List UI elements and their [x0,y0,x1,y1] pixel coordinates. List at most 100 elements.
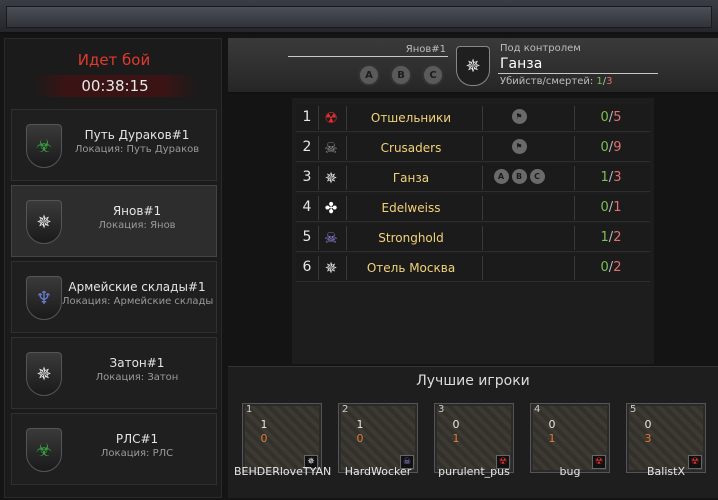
battle-status: Идет бой [77,51,151,69]
clan-row[interactable]: 5 ☠ Stronghold 1/2 [296,224,650,252]
clan-captured-points: ABC [484,169,554,187]
player-card[interactable]: 4 0 1 ☢ [530,403,610,473]
battle-sidebar: Идет бой 00:38:15 ☣ Путь Дураков#1 Локация… [4,38,222,498]
clan-kills: 0 [600,260,609,275]
clan-rank: 5 [302,229,312,245]
column-divider [574,136,575,160]
location-card[interactable]: ☣ РЛС#1 Локация: РЛС [11,413,217,485]
clan-row[interactable]: 4 ✤ Edelweiss 0/1 [296,194,650,222]
clan-deaths: 3 [613,170,622,185]
clan-rank: 6 [302,259,312,275]
radiation-icon: ☢ [324,109,338,127]
compass-star-icon: ✵ [324,259,338,277]
flag-icon: ⚑ [511,109,527,124]
clan-captured-points [484,259,554,277]
player-deaths: 0 [260,432,268,445]
clan-row[interactable]: 1 ☢ Отшельники ⚑ 0/5 [296,104,650,132]
column-divider [574,166,575,190]
clan-score: 0/5 [576,110,646,125]
location-card[interactable]: ✵ Янов#1 Локация: Янов [11,185,217,257]
best-players-panel: Лучшие игроки 1 1 0 ✵ BEHDERloveTYAN 2 1 0 ☠ Hard… [228,366,718,498]
clover-icon: ✤ [324,199,338,217]
column-divider [482,226,483,250]
player-card[interactable]: 5 0 3 ☢ [626,403,706,473]
location-card-subtitle: Локация: РЛС [100,448,174,459]
clan-kills: 0 [600,140,609,155]
location-name: Янов#1 [405,44,446,55]
player-kills: 0 [452,418,460,431]
capture-point-a-icon: A [493,169,509,184]
player-name: purulent_pus [438,465,510,478]
battle-timer: 00:38:15 [33,75,197,97]
player-rank: 3 [438,404,445,415]
tentacle-emblem-icon: ☣ [26,124,62,168]
player-card[interactable]: 3 0 1 ☢ [434,403,514,473]
player-card[interactable]: 2 1 0 ☠ [338,403,418,473]
clan-rank: 1 [302,109,312,125]
clan-name: Ганза [392,171,430,185]
location-card-subtitle: Локация: Путь Дураков [74,144,200,155]
column-divider [318,136,319,160]
clan-rank: 2 [302,139,312,155]
location-card-name: Путь Дураков#1 [84,128,190,142]
clan-row[interactable]: 6 ✵ Отель Москва 0/2 [296,254,650,282]
skull-icon: ☠ [324,139,338,157]
clan-deaths: 2 [613,260,622,275]
location-card[interactable]: ✵ Затон#1 Локация: Затон [11,337,217,409]
player-name: HardWocker [344,465,412,478]
compass-star-emblem-icon: ✵ [26,352,62,396]
player-deaths: 1 [452,432,460,445]
column-divider [318,196,319,220]
compass-star-icon: ✵ [324,169,338,187]
column-divider [482,106,483,130]
clan-score: 0/1 [576,200,646,215]
player-kills: 0 [548,418,556,431]
clan-name: Отель Москва [366,261,456,275]
clan-score: 0/9 [576,140,646,155]
wings-emblem-icon: ♆ [26,276,62,320]
location-card-subtitle: Локация: Армейские склады [62,296,214,307]
player-rank: 2 [342,404,349,415]
capture-point-a-icon: A [358,64,380,86]
location-card-subtitle: Локация: Янов [98,220,176,231]
location-header: Янов#1 A B C ✵ Под контролем Ганза Убийс… [228,38,718,94]
clan-captured-points [484,229,554,247]
player-kills: 1 [356,418,364,431]
control-label: Под контролем [500,43,581,54]
player-name: BEHDERloveTYAN [234,465,332,478]
clan-score: 0/2 [576,260,646,275]
clan-name: Отшельники [370,111,452,125]
location-card-name: Затон#1 [109,356,165,370]
clan-name: Stronghold [378,231,444,245]
tentacle-emblem-icon: ☣ [26,428,62,472]
compass-star-emblem-icon: ✵ [456,46,490,86]
top-bar-panel [6,6,712,28]
column-divider [482,136,483,160]
player-rank: 1 [246,404,253,415]
location-card-name: РЛС#1 [115,432,159,446]
column-divider [574,196,575,220]
location-card[interactable]: ♆ Армейские склады#1 Локация: Армейские ск… [11,261,217,333]
clan-deaths: 2 [613,230,622,245]
column-divider [318,256,319,280]
location-card[interactable]: ☣ Путь Дураков#1 Локация: Путь Дураков [11,109,217,181]
clan-row[interactable]: 3 ✵ Ганза A B C 1/3 [296,164,650,192]
clan-name: Edelweiss [381,201,441,215]
kd-deaths: 3 [606,76,613,87]
player-card[interactable]: 1 1 0 ✵ [242,403,322,473]
clan-captured-points [484,199,554,217]
top-bar [0,0,718,34]
kill-death-stat: Убийств/смертей: 1/3 [500,76,613,87]
player-deaths: 3 [644,432,652,445]
capture-point-c-icon: C [422,64,444,86]
column-divider [482,256,483,280]
clan-kills: 0 [600,200,609,215]
player-deaths: 1 [548,432,556,445]
clan-rank: 4 [302,199,312,215]
column-divider [482,196,483,220]
clan-row[interactable]: 2 ☠ Crusaders ⚑ 0/9 [296,134,650,162]
player-kills: 0 [644,418,652,431]
column-divider [574,256,575,280]
clan-kills: 1 [600,230,609,245]
best-players-title: Лучшие игроки [416,373,530,389]
